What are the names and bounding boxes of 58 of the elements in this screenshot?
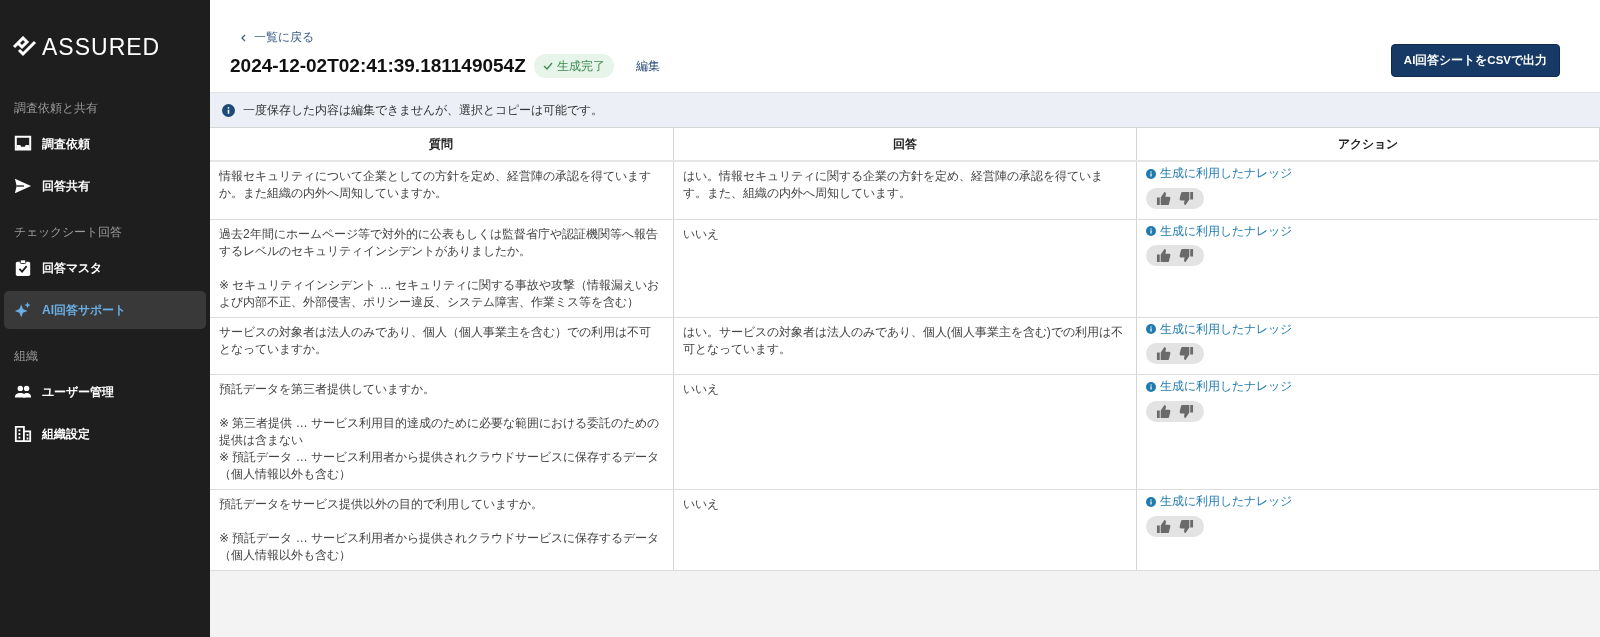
knowledge-link[interactable]: 生成に利用したナレッジ (1145, 378, 1292, 395)
answer-cell: いいえ (673, 219, 1137, 317)
thumbs-up-icon (1155, 403, 1171, 419)
thumbs-down-icon (1178, 346, 1194, 361)
column-header: アクション (1136, 128, 1600, 161)
export-csv-button[interactable]: AI回答シートをCSVで出力 (1390, 44, 1560, 78)
info-icon (1145, 496, 1156, 507)
info-icon (1145, 226, 1156, 236)
question-cell: 情報セキュリティについて企業としての方針を定め、経営陣の承認を得ていますか。また組織の内外へ周知していますか。 (210, 161, 674, 219)
nav-item[interactable]: AI回答サポート (4, 290, 206, 329)
nav-item[interactable]: ユーザー管理 (4, 372, 206, 411)
thumbs-up-icon (1155, 518, 1171, 534)
section-label: チェックシート回答 (13, 223, 123, 241)
question-cell: 預託データをサービス提供以外の目的で利用していますか。 ※ 預託データ … サービス利用者から提供されクラウドサービスに保存するデータ（個人情報以外も含む） (210, 489, 674, 571)
column-header: 回答 (673, 128, 1137, 161)
thumbs-down-icon (1178, 518, 1194, 534)
nav-item[interactable]: 回答マスタ (4, 248, 206, 287)
answer-cell: はい。サービスの対象者は法人のみであり、個人(個人事業主を含む)での利用は不可となっています。 (673, 317, 1137, 375)
knowledge-link[interactable]: 生成に利用したナレッジ (1145, 165, 1292, 182)
send-icon (14, 176, 32, 195)
chevron-left-icon (240, 33, 246, 42)
thumbs-up-icon (1155, 346, 1171, 361)
knowledge-link[interactable]: 生成に利用したナレッジ (1145, 320, 1292, 338)
thumbs-down-icon (1178, 248, 1194, 263)
knowledge-link[interactable]: 生成に利用したナレッジ (1145, 222, 1292, 240)
logo-mark-icon (12, 36, 38, 59)
nav-item[interactable]: 組織設定 (4, 414, 206, 453)
sparkle-icon (14, 300, 32, 319)
nav-item[interactable]: 調査依頼 (4, 124, 206, 163)
building-icon (14, 424, 32, 443)
answer-cell: いいえ (673, 374, 1137, 490)
page-title: 2024-12-02T02:41:39.181149054Z (230, 54, 526, 78)
thumbs-down-icon (1178, 403, 1194, 419)
column-header: 質問 (210, 128, 674, 161)
notice-text: 一度保存した内容は編集できませんが、選択とコピーは可能です。 (243, 102, 603, 119)
info-icon (1145, 324, 1156, 334)
info-icon (1145, 381, 1156, 392)
back-link[interactable]: 一覧に戻る (240, 28, 314, 46)
answer-cell: はい。情報セキュリティに関する企業の方針を定め、経営陣の承認を得ています。また、組織の内外へ周知しています。 (673, 161, 1137, 219)
question-cell: サービスの対象者は法人のみであり、個人（個人事業主を含む）での利用は不可となっていますか。 (210, 317, 674, 375)
knowledge-link[interactable]: 生成に利用したナレッジ (1145, 493, 1292, 510)
clipboard-check-icon (14, 258, 32, 277)
section-label: 組織 (13, 347, 39, 365)
question-cell: 預託データを第三者提供していますか。 ※ 第三者提供 … サービス利用目的達成のために必要な範囲における委託のための提供は含まない ※ 預託データ … サービス利用者から提供されクラウドサービスに保存するデータ（個人情報以外も含む） (210, 374, 674, 490)
edit-link[interactable]: 編集 (635, 57, 660, 75)
section-label: 調査依頼と共有 (13, 99, 99, 117)
thumbs-down-icon (1178, 190, 1194, 206)
answer-cell: いいえ (673, 489, 1137, 571)
status-badge: 生成完了 (533, 54, 614, 78)
logo-text: ASSURED (42, 33, 161, 62)
thumbs-up-icon (1155, 248, 1171, 263)
nav-item[interactable]: 回答共有 (4, 166, 206, 205)
info-icon (222, 103, 235, 117)
check-icon (542, 62, 553, 70)
thumbs-up-icon (1155, 190, 1171, 206)
inbox-icon (14, 134, 32, 153)
info-icon (1145, 168, 1156, 179)
question-cell: 過去2年間にホームページ等で対外的に公表もしくは監督省庁や認証機関等へ報告するレベルのセキュリティインシデントがありましたか。 ※ セキュリティインシデント … セキュリティに関する事故や攻撃（情報漏えいおよび内部不正、外部侵害、ポリシー違反、システム障害、作業ミス等を含む） (210, 219, 674, 317)
